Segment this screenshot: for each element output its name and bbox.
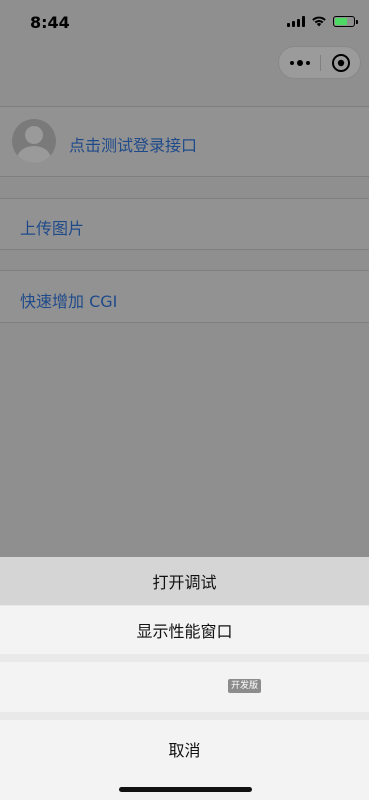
avatar	[12, 119, 56, 163]
upload-cell[interactable]: 上传图片	[0, 198, 369, 250]
capsule-divider	[320, 55, 321, 71]
cgi-cell[interactable]: 快速增加 CGI	[0, 270, 369, 323]
action-sheet: 打开调试 显示性能窗口 取消	[0, 557, 369, 800]
show-performance-button[interactable]: 显示性能窗口	[0, 606, 369, 654]
status-bar: 8:44	[0, 0, 369, 44]
home-indicator	[119, 787, 252, 792]
version-badge: 开发版	[228, 679, 262, 693]
upload-image-link[interactable]: 上传图片	[20, 215, 84, 239]
capsule-menu	[278, 46, 361, 79]
signal-icon	[287, 15, 305, 27]
add-cgi-link[interactable]: 快速增加 CGI	[20, 288, 117, 312]
login-cell[interactable]: 点击测试登录接口	[0, 107, 369, 177]
open-debug-button[interactable]: 打开调试	[0, 557, 369, 605]
status-icons	[287, 15, 358, 27]
login-link[interactable]: 点击测试登录接口	[69, 132, 197, 156]
target-circle-icon[interactable]	[331, 53, 351, 73]
more-dots-icon[interactable]	[289, 56, 311, 70]
battery-icon	[333, 15, 358, 27]
status-time: 8:44	[30, 13, 70, 32]
wifi-icon	[312, 16, 326, 27]
version-info-row	[0, 662, 369, 712]
